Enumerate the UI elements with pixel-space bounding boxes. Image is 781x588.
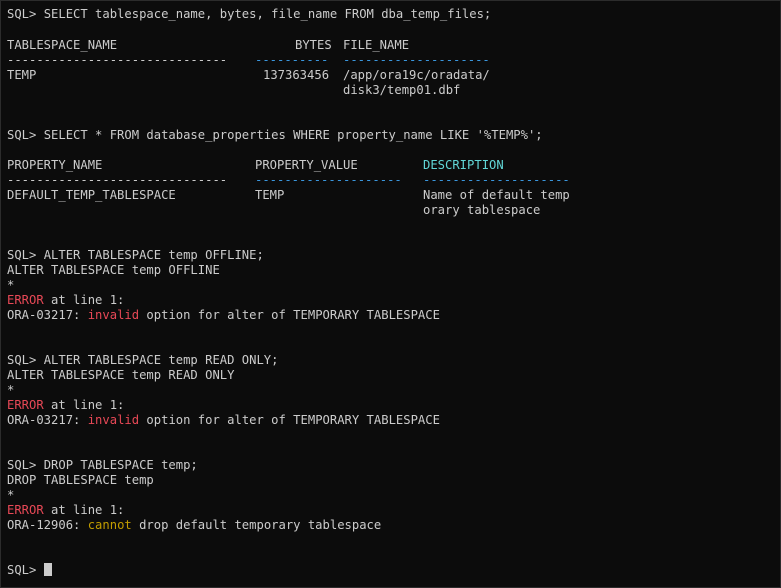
column-header: PROPERTY_NAME	[7, 158, 103, 172]
separator: ----------	[255, 53, 329, 67]
result-header: TABLESPACE_NAME	[7, 38, 117, 53]
ora-keyword: cannot	[87, 518, 132, 532]
ora-message: ORA-03217: invalid option for alter of T…	[7, 308, 440, 323]
column-header: DESCRIPTION	[423, 158, 504, 172]
table-cell: Name of default temp	[423, 188, 570, 202]
table-cell: DEFAULT_TEMP_TABLESPACE	[7, 188, 176, 202]
terminal-window[interactable]: SQL> SELECT tablespace_name, bytes, file…	[0, 0, 781, 588]
column-header: TABLESPACE_NAME	[7, 38, 118, 52]
error-marker: *	[7, 278, 15, 292]
table-cell: 137363456	[263, 68, 330, 82]
ora-keyword: invalid	[87, 413, 140, 427]
separator: --------------------	[255, 173, 402, 187]
error-line: ERROR at line 1:	[7, 293, 124, 308]
prompt: SQL>	[7, 128, 44, 142]
command-echo: ALTER TABLESPACE temp OFFLINE	[7, 263, 220, 277]
separator: --------------------	[343, 53, 490, 67]
error-label: ERROR	[7, 293, 44, 307]
ora-text: drop default temporary tablespace	[131, 518, 382, 532]
table-cell: TEMP	[255, 188, 285, 202]
command-echo: DROP TABLESPACE temp	[7, 473, 154, 487]
sql-command: SELECT tablespace_name, bytes, file_name…	[43, 7, 492, 21]
command-line: SQL> DROP TABLESPACE temp;	[7, 458, 198, 473]
sql-command: DROP TABLESPACE temp;	[43, 458, 198, 472]
table-cell: TEMP	[7, 68, 37, 82]
ora-keyword: invalid	[87, 308, 140, 322]
prompt: SQL>	[7, 353, 44, 367]
table-cell: orary tablespace	[423, 203, 541, 217]
separator: ------------------------------	[7, 173, 228, 187]
prompt: SQL>	[7, 7, 44, 21]
text-cursor[interactable]	[43, 563, 52, 576]
error-location: at line 1:	[43, 398, 125, 412]
separator: --------------------	[423, 173, 570, 187]
error-label: ERROR	[7, 398, 44, 412]
sql-command: ALTER TABLESPACE temp OFFLINE;	[43, 248, 264, 262]
prompt: SQL>	[7, 458, 44, 472]
ora-text: option for alter of TEMPORARY TABLESPACE	[139, 308, 440, 322]
table-cell: /app/ora19c/oradata/	[343, 68, 490, 82]
error-label: ERROR	[7, 503, 44, 517]
ora-code: ORA-03217:	[7, 308, 88, 322]
ora-message: ORA-03217: invalid option for alter of T…	[7, 413, 440, 428]
error-location: at line 1:	[43, 503, 125, 517]
command-line: SQL> ALTER TABLESPACE temp OFFLINE;	[7, 248, 264, 263]
command-line: SQL> SELECT tablespace_name, bytes, file…	[7, 7, 491, 22]
column-header: BYTES	[295, 38, 332, 52]
ora-message: ORA-12906: cannot drop default temporary…	[7, 518, 381, 533]
input-line[interactable]: SQL>	[7, 563, 52, 578]
column-header: PROPERTY_VALUE	[255, 158, 358, 172]
error-location: at line 1:	[43, 293, 125, 307]
table-cell: disk3/temp01.dbf	[343, 83, 461, 97]
ora-code: ORA-12906:	[7, 518, 88, 532]
sql-command: SELECT * FROM database_properties WHERE …	[43, 128, 543, 142]
error-marker: *	[7, 488, 15, 502]
error-line: ERROR at line 1:	[7, 398, 124, 413]
sql-command: ALTER TABLESPACE temp READ ONLY;	[43, 353, 279, 367]
ora-code: ORA-03217:	[7, 413, 88, 427]
prompt: SQL>	[7, 248, 44, 262]
column-header: FILE_NAME	[343, 38, 410, 52]
separator: ------------------------------	[7, 53, 228, 67]
ora-text: option for alter of TEMPORARY TABLESPACE	[139, 413, 440, 427]
command-echo: ALTER TABLESPACE temp READ ONLY	[7, 368, 235, 382]
prompt: SQL>	[7, 563, 44, 577]
error-marker: *	[7, 383, 15, 397]
error-line: ERROR at line 1:	[7, 503, 124, 518]
command-line: SQL> SELECT * FROM database_properties W…	[7, 128, 543, 143]
command-line: SQL> ALTER TABLESPACE temp READ ONLY;	[7, 353, 279, 368]
